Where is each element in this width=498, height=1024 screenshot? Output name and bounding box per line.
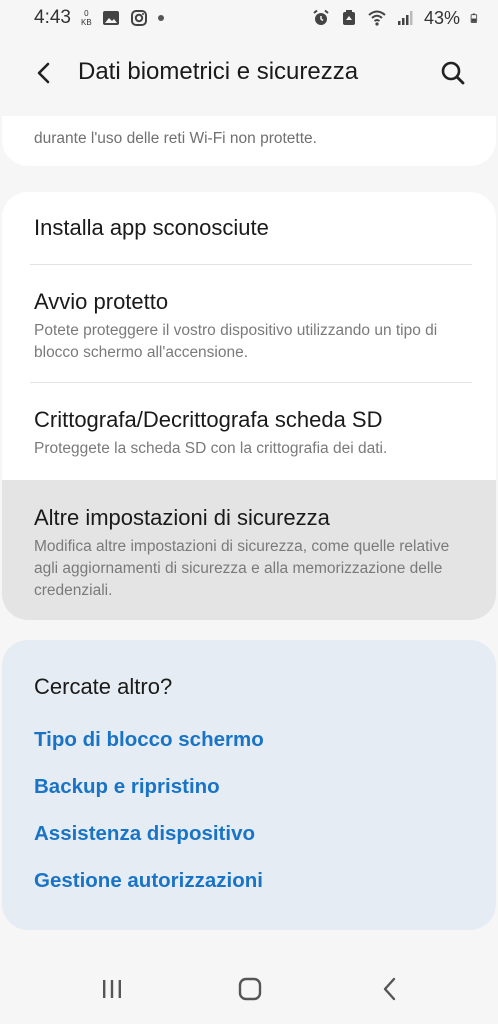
battery-percentage: 43% [423,7,460,28]
network-speed-value: 0 [84,9,89,18]
status-left: 4:43 0 KB [34,7,164,29]
gallery-icon [102,11,119,25]
setting-encrypt-sd-card[interactable]: Crittografa/Decrittografa scheda SD Prot… [2,406,496,460]
setting-install-unknown-apps[interactable]: Installa app sconosciute [2,214,496,242]
previous-item-subtitle: durante l'uso delle reti Wi-Fi non prote… [34,130,317,147]
nav-back-button[interactable] [370,974,410,1004]
page-title: Dati biometrici e sicurezza [78,58,359,85]
setting-title: Crittografa/Decrittografa scheda SD [34,407,383,432]
status-bar: 4:43 0 KB 43% [0,0,498,36]
recents-icon [103,980,121,998]
status-right: 43% [312,8,480,29]
recents-button[interactable] [92,974,132,1004]
network-speed: 0 KB [81,9,92,27]
setting-title: Installa app sconosciute [34,215,269,240]
alarm-icon [313,9,329,25]
network-speed-unit: KB [80,18,92,27]
suggestions-card: Cercate altro? Tipo di blocco schermo Ba… [2,640,496,930]
search-button[interactable] [436,56,470,90]
status-time: 4:43 [34,7,71,28]
data-saver-icon [342,10,355,25]
setting-title: Avvio protetto [34,289,169,314]
setting-secure-startup[interactable]: Avvio protetto Potete proteggere il vost… [2,288,496,364]
app-header: Dati biometrici e sicurezza [0,44,498,104]
setting-other-security-settings[interactable]: Altre impostazioni di sicurezza Modifica… [2,480,496,620]
search-icon [441,61,465,85]
setting-subtitle: Modifica altre impostazioni di sicurezza… [34,538,450,599]
home-button[interactable] [230,974,270,1004]
previous-settings-card[interactable]: durante l'uso delle reti Wi-Fi non prote… [2,116,496,166]
link-backup-restore[interactable]: Backup e ripristino [34,775,220,799]
instagram-icon [130,10,147,26]
setting-subtitle: Proteggete la scheda SD con la crittogra… [34,440,388,457]
navigation-bar [0,950,498,1024]
suggestions-title: Cercate altro? [34,674,173,699]
back-button[interactable] [30,58,58,88]
divider [30,382,472,383]
home-icon [238,977,262,1001]
signal-icon [397,11,413,25]
link-device-care[interactable]: Assistenza dispositivo [34,822,255,846]
settings-card: Installa app sconosciute Avvio protetto … [2,192,496,620]
notification-dot-icon [157,15,164,21]
setting-subtitle: Potete proteggere il vostro dispositivo … [34,322,438,361]
battery-icon [470,13,478,23]
back-arrow-icon [37,62,50,84]
divider [30,264,472,265]
wifi-icon [368,10,386,26]
back-icon [383,977,396,1001]
setting-title: Altre impostazioni di sicurezza [34,505,330,530]
link-screen-lock-type[interactable]: Tipo di blocco schermo [34,728,264,752]
link-permission-manager[interactable]: Gestione autorizzazioni [34,869,263,893]
